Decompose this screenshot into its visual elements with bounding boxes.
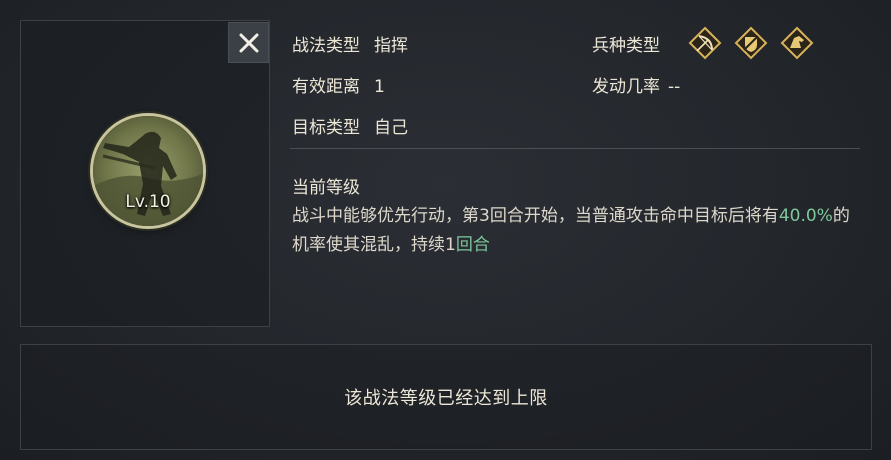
troop-type-row: 兵种类型 <box>592 31 660 56</box>
activation-chance-label: 发动几率 <box>592 77 660 97</box>
desc-chance-highlight: 40.0% <box>778 206 833 226</box>
shield-icon <box>734 26 768 60</box>
range-value: 1 <box>374 77 385 97</box>
range-row: 有效距离 1 <box>292 72 385 97</box>
troop-type-label: 兵种类型 <box>592 36 660 56</box>
target-type-value: 自己 <box>374 118 408 138</box>
activation-chance-value: -- <box>668 77 681 97</box>
skill-icon: Lv.10 <box>93 116 203 226</box>
target-type-row: 目标类型 自己 <box>292 113 408 138</box>
divider <box>290 148 860 149</box>
activation-chance-row: 发动几率 -- <box>592 72 680 97</box>
troop-icons <box>688 26 814 60</box>
skill-type-row: 战法类型 指挥 <box>292 31 408 56</box>
close-icon <box>239 33 258 52</box>
desc-duration-highlight: 回合 <box>455 235 490 255</box>
skill-level: Lv.10 <box>125 192 171 212</box>
bow-icon <box>688 26 722 60</box>
max-level-panel: 该战法等级已经达到上限 <box>20 344 872 450</box>
target-type-label: 目标类型 <box>292 118 360 138</box>
current-level-title: 当前等级 <box>292 178 360 198</box>
cavalry-icon <box>780 26 814 60</box>
skill-type-value: 指挥 <box>374 36 408 56</box>
max-level-message: 该战法等级已经达到上限 <box>344 388 548 409</box>
skill-type-label: 战法类型 <box>292 36 360 56</box>
desc-text-1: 战斗中能够优先行动，第3回合开始，当普通攻击命中目标后将有 <box>292 206 779 226</box>
range-label: 有效距离 <box>292 77 360 97</box>
skill-description: 战斗中能够优先行动，第3回合开始，当普通攻击命中目标后将有40.0%的机率使其混… <box>292 202 862 260</box>
close-button[interactable] <box>228 22 269 63</box>
